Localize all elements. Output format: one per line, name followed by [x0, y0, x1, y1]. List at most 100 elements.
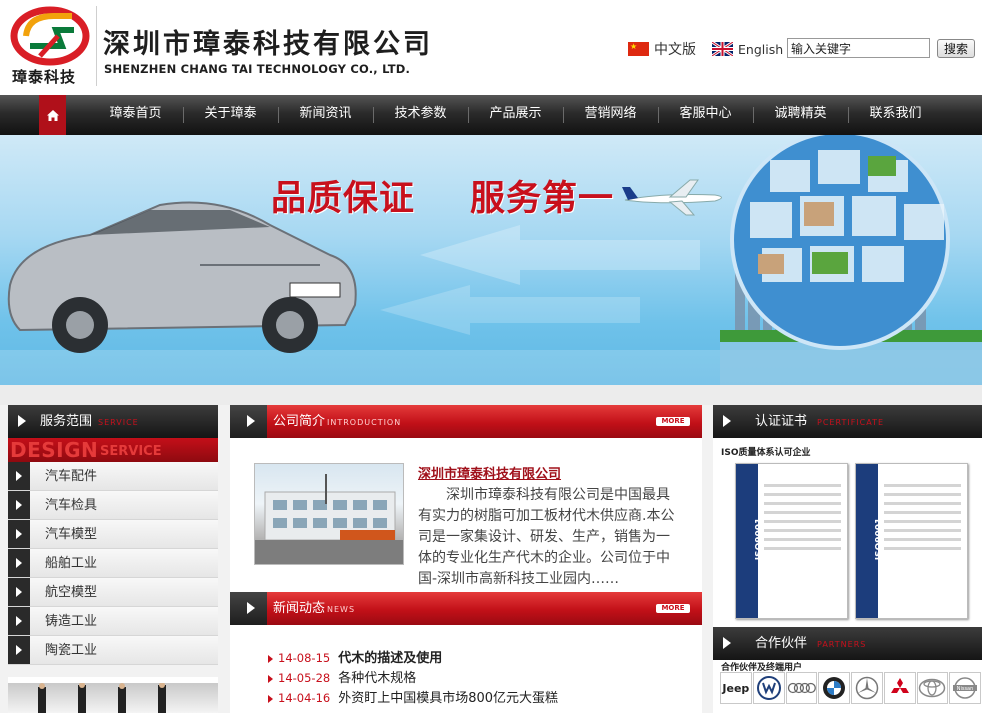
nissan-logo-icon[interactable]: Nissan [949, 672, 981, 704]
news-header: 新闻动态 NEWS MORE [230, 592, 702, 625]
home-icon [46, 109, 59, 121]
nav-item-service[interactable]: 客服中心 [658, 95, 753, 135]
arrow-right-icon [723, 637, 731, 649]
banner-slogan-service: 服务第一 [470, 179, 615, 219]
arrow-right-icon [8, 549, 30, 577]
logo-divider [96, 6, 97, 86]
china-flag-icon: ★ [628, 42, 649, 56]
partners-title-en: PARTNERS [817, 640, 867, 649]
design-service-band: DESIGN SERVICE [8, 438, 218, 462]
news-date: 14-08-15 [278, 651, 331, 665]
volkswagen-logo-icon[interactable] [752, 672, 785, 704]
toyota-logo-icon[interactable] [916, 672, 949, 704]
service-item-auto-parts[interactable]: 汽车配件 [8, 462, 218, 491]
service-item-casting[interactable]: 铸造工业 [8, 607, 218, 636]
lang-switch-chinese[interactable]: ★ 中文版 [628, 40, 696, 58]
cert-band-label: ISO9001 [874, 517, 885, 561]
certificate-image-en[interactable]: ISO9001 [855, 463, 968, 619]
banner-slogan-quality: 品质保证 [271, 179, 416, 219]
news-title-link[interactable]: 外资盯上中国模具市场800亿元大蛋糕 [338, 691, 558, 706]
nav-item-tech[interactable]: 技术参数 [373, 95, 468, 135]
design-band-text: DESIGN [10, 438, 99, 462]
partner-logos: Jeep Nissan [720, 672, 982, 704]
bmw-logo-icon[interactable] [818, 672, 850, 704]
intro-news-panel: 公司简介 INTRODUCTION MORE 深圳市璋泰科技有限公司 深圳市璋泰… [230, 405, 702, 713]
team-photo [8, 677, 218, 713]
page: 璋泰科技 深圳市璋泰科技有限公司 SHENZHEN CHANG TAI TECH… [0, 0, 982, 713]
service-item-label: 汽车模型 [45, 527, 98, 542]
service-item-label: 汽车配件 [45, 469, 98, 484]
certificate-subtitle: ISO质量体系认可企业 [721, 448, 811, 458]
intro-company-link[interactable]: 深圳市璋泰科技有限公司 [418, 463, 561, 482]
logo-short-name: 璋泰科技 [12, 68, 77, 86]
service-item-label: 汽车检具 [45, 498, 98, 513]
news-more-button[interactable]: MORE [656, 604, 690, 613]
audi-logo-icon[interactable] [785, 672, 818, 704]
arrow-right-icon [247, 602, 255, 614]
arrow-right-icon [8, 636, 30, 664]
intro-title: 公司简介 [273, 414, 326, 429]
service-item-label: 铸造工业 [45, 614, 98, 629]
service-item-ceramics[interactable]: 陶瓷工业 [8, 636, 218, 665]
news-item[interactable]: 14-04-16 外资盯上中国模具市场800亿元大蛋糕 [268, 688, 688, 708]
news-title-link[interactable]: 代木的描述及使用 [338, 651, 442, 666]
intro-description: 深圳市璋泰科技有限公司是中国最具有实力的树脂可加工板材代木供应商.本公司是一家集… [418, 487, 675, 587]
service-item-label: 船舶工业 [45, 556, 98, 571]
cert-band-label: ISO9001 [754, 517, 765, 561]
service-item-label: 陶瓷工业 [45, 643, 98, 658]
news-item[interactable]: 14-08-15 代木的描述及使用 [268, 648, 688, 668]
news-title-link[interactable]: 各种代木规格 [338, 671, 416, 686]
news-list: 14-08-15 代木的描述及使用 14-05-28 各种代木规格 14-04-16… [268, 648, 688, 708]
nav-item-about[interactable]: 关于璋泰 [183, 95, 278, 135]
main-nav: 璋泰首页 关于璋泰 新闻资讯 技术参数 产品展示 营销网络 客服中心 诚聘精英 … [0, 95, 982, 135]
certificate-title: 认证证书 [755, 414, 808, 429]
service-item-aviation-models[interactable]: 航空模型 [8, 578, 218, 607]
news-title: 新闻动态 [273, 601, 326, 616]
hero-banner[interactable]: 品质保证 服务第一 [0, 135, 982, 385]
nav-item-contact[interactable]: 联系我们 [848, 95, 943, 135]
partners-header: 合作伙伴 PARTNERS [713, 627, 982, 660]
nav-item-home[interactable]: 璋泰首页 [88, 95, 183, 135]
intro-title-en: INTRODUCTION [327, 418, 402, 427]
search-button[interactable]: 搜索 [937, 39, 975, 58]
service-item-shipbuilding[interactable]: 船舶工业 [8, 549, 218, 578]
service-item-auto-models[interactable]: 汽车模型 [8, 520, 218, 549]
services-panel: 服务范围 SERVICE DESIGN SERVICE 汽车配件 汽车检具 汽车… [8, 405, 218, 713]
nav-item-news[interactable]: 新闻资讯 [278, 95, 373, 135]
services-header: 服务范围 SERVICE [8, 405, 218, 438]
arrow-right-icon [8, 607, 30, 635]
nav-item-marketing[interactable]: 营销网络 [563, 95, 658, 135]
services-title-en: SERVICE [98, 418, 139, 427]
mitsubishi-logo-icon[interactable] [883, 672, 916, 704]
company-building-photo [254, 463, 404, 565]
banner-globe-image [730, 135, 950, 350]
lang-switch-english[interactable]: English [712, 40, 783, 58]
nav-item-careers[interactable]: 诚聘精英 [753, 95, 848, 135]
news-item[interactable]: 14-05-28 各种代木规格 [268, 668, 688, 688]
certificate-image-cn[interactable]: ISO9001 [735, 463, 848, 619]
company-name-cn: 深圳市璋泰科技有限公司 [103, 29, 433, 60]
bullet-triangle-icon [268, 674, 273, 683]
certificate-header: 认证证书 PCERTIFICATE [713, 405, 982, 438]
section-gap [0, 385, 982, 405]
lang-english-label: English [738, 41, 784, 57]
news-date: 14-04-16 [278, 691, 331, 705]
services-title: 服务范围 [40, 414, 93, 429]
arrow-right-icon [8, 491, 30, 519]
uk-flag-icon [712, 42, 733, 56]
design-band-text-2: SERVICE [100, 444, 162, 459]
nav-item-products[interactable]: 产品展示 [468, 95, 563, 135]
jeep-logo-icon[interactable]: Jeep [720, 672, 752, 704]
company-logo-icon[interactable] [10, 6, 92, 68]
search-input[interactable] [787, 38, 930, 58]
intro-more-button[interactable]: MORE [656, 417, 690, 426]
mercedes-logo-icon[interactable] [851, 672, 883, 704]
certificates-partners-panel: 认证证书 PCERTIFICATE ISO质量体系认可企业 ISO9001 IS… [713, 405, 982, 713]
service-item-auto-gauges[interactable]: 汽车检具 [8, 491, 218, 520]
news-date: 14-05-28 [278, 671, 331, 685]
news-title-en: NEWS [327, 605, 356, 614]
bullet-triangle-icon [268, 654, 273, 663]
arrow-right-icon [247, 415, 255, 427]
nav-home-button[interactable] [39, 95, 66, 135]
header: 璋泰科技 深圳市璋泰科技有限公司 SHENZHEN CHANG TAI TECH… [0, 0, 982, 95]
